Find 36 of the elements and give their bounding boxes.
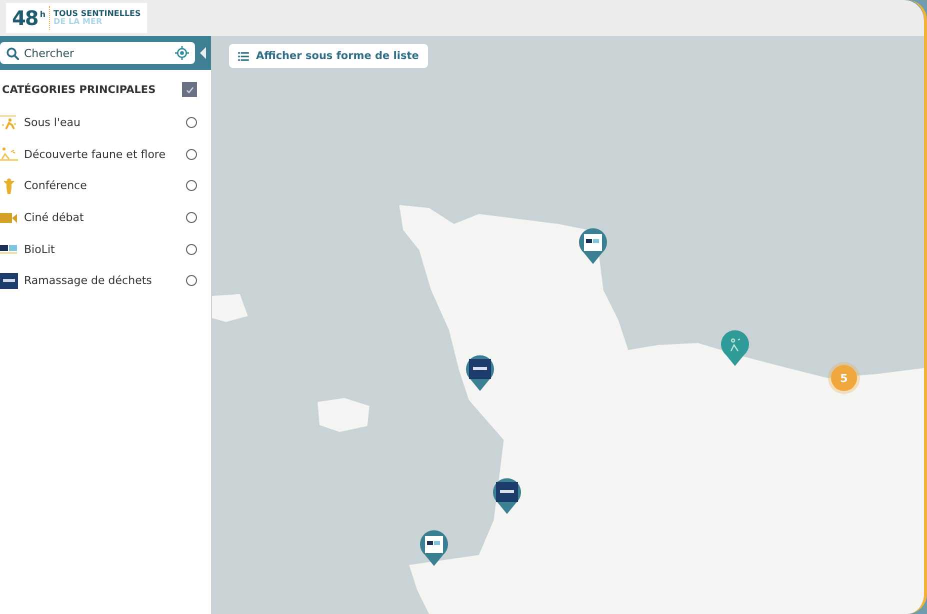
collapse-icon[interactable] [200,45,206,61]
check-icon [184,84,194,94]
map-pin-icon[interactable] [578,227,608,265]
list-view-button[interactable]: Afficher sous forme de liste [229,44,428,68]
zero-waste-logo-icon [0,272,18,289]
radio-button[interactable] [186,148,197,160]
radio-button[interactable] [186,212,197,224]
list-icon [238,52,249,60]
locate-icon[interactable] [175,46,189,60]
search-field[interactable]: Chercher [0,42,195,64]
category-item[interactable]: BioLit [0,233,211,265]
logo-subtitle: DE LA MER [54,18,104,26]
logo-number: 48$^{h}$ [12,6,45,30]
map-pin-icon[interactable] [492,477,522,515]
radio-button[interactable] [186,244,197,255]
logo-title: TOUS SENTINELLES [54,10,141,18]
radio-button[interactable] [186,117,197,128]
category-item[interactable]: Sous l'eau [0,107,211,139]
map-pin-icon[interactable] [419,529,449,567]
category-item[interactable]: Ciné débat [0,202,211,234]
category-label: Conférence [24,179,88,192]
category-label: Ciné débat [24,211,85,224]
category-label: Ramassage de déchets [24,274,153,288]
category-label: Découverte faune et flore [24,148,166,161]
checkbox[interactable] [182,82,197,97]
radio-button[interactable] [186,180,197,192]
category-item[interactable]: Ramassage de déchets [0,264,211,297]
category-label: BioLit [24,242,56,256]
radio-button[interactable] [186,275,197,286]
category-item[interactable]: Conférence [0,170,211,202]
map-pin-icon[interactable] [465,354,495,392]
category-label: Sous l'eau [24,116,82,130]
logo[interactable]: 48$^{h}$ TOUS SENTINELLES DE LA MER [6,3,147,33]
category-item[interactable]: Découverte faune et flore [0,138,211,170]
map[interactable]: Afficher sous forme de liste 5 [211,36,924,614]
category-heading: CATÉGORIES PRINCIPALES [2,84,156,96]
